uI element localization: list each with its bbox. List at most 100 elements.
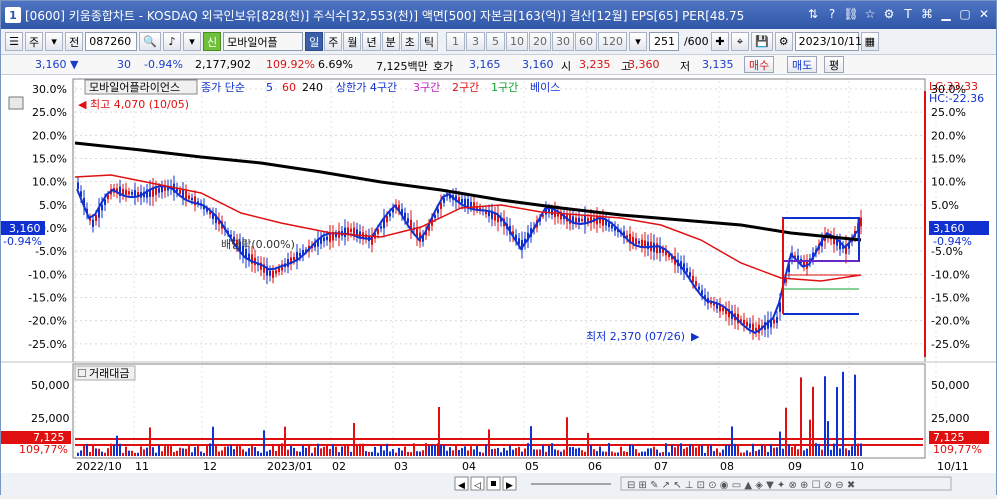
buy-button[interactable]: 매수 xyxy=(744,56,775,73)
maximize-icon[interactable]: ▢ xyxy=(957,6,973,22)
prev-button[interactable]: 전 xyxy=(65,32,84,51)
gear-icon[interactable]: ⚙ xyxy=(774,32,793,51)
link-icon[interactable]: ⛓ xyxy=(843,6,859,22)
legend-zone3[interactable]: 3구간 xyxy=(413,81,440,94)
volume-bar xyxy=(824,376,826,456)
window-number[interactable]: 1 xyxy=(5,7,21,23)
volume-bar xyxy=(347,445,349,456)
settings-icon[interactable]: ⚙ xyxy=(881,6,897,22)
minute-tab-1[interactable]: 3 xyxy=(465,32,485,51)
volume-tick-right-1: 50,000 xyxy=(931,379,970,392)
minimize-icon[interactable]: ▁ xyxy=(938,6,954,22)
minute-tab-5[interactable]: 30 xyxy=(551,32,574,51)
volume-bar xyxy=(176,450,178,456)
max-price-annotation: 최고 4,070 (10/05) xyxy=(90,98,189,111)
font-icon[interactable]: T xyxy=(900,6,916,22)
save-icon[interactable]: 💾 xyxy=(750,32,773,51)
price-chart-svg[interactable]: 모바일어플라이언스 종가 단순 5 60 240 상한가 4구간 3구간 2구간… xyxy=(1,75,996,496)
minute-dropdown-icon[interactable]: ▾ xyxy=(628,32,647,51)
volume-bar xyxy=(638,452,640,456)
legend-stock-name[interactable]: 모바일어플라이언스 xyxy=(89,80,180,94)
candle-body xyxy=(188,195,190,199)
volume-bar xyxy=(89,451,91,456)
volume-bar xyxy=(419,451,421,456)
crosshair-icon[interactable]: ⌖ xyxy=(730,32,749,51)
volume-bar xyxy=(827,421,829,456)
volume-bar xyxy=(248,448,250,456)
legend-ma240[interactable]: 240 xyxy=(302,81,323,94)
volume-bar xyxy=(491,449,493,456)
mode-select[interactable]: 주 xyxy=(25,32,44,51)
legend-zone2[interactable]: 2구간 xyxy=(452,81,479,94)
legend-base[interactable]: 베이스 xyxy=(530,81,560,94)
legend-ma5[interactable]: 5 xyxy=(266,81,273,94)
volume-bar xyxy=(338,452,340,456)
toolbar-menu-icon[interactable]: ☰ xyxy=(5,32,23,51)
help-icon[interactable]: ? xyxy=(824,6,840,22)
chart-area[interactable]: 모바일어플라이언스 종가 단순 5 60 240 상한가 4구간 3구간 2구간… xyxy=(1,75,996,496)
count-input[interactable]: 251 xyxy=(648,32,679,51)
candle-body xyxy=(191,197,193,201)
volume-bar xyxy=(623,451,625,456)
minute-tab-7[interactable]: 120 xyxy=(597,32,627,51)
legend-close-label[interactable]: 종가 단순 xyxy=(201,81,245,94)
volume-title[interactable]: 거래대금 xyxy=(89,367,129,380)
minute-tab-3[interactable]: 10 xyxy=(505,32,528,51)
star-icon[interactable]: ☆ xyxy=(862,6,878,22)
legend-zone1[interactable]: 1구간 xyxy=(491,81,518,94)
minute-tab-0[interactable]: 1 xyxy=(445,32,465,51)
minute-tab-2[interactable]: 5 xyxy=(485,32,505,51)
right-price-tick-11: -25.0% xyxy=(931,338,970,351)
volume-bar xyxy=(755,450,757,456)
minute-tab-6[interactable]: 60 xyxy=(574,32,597,51)
period-tab-4[interactable]: 분 xyxy=(381,32,400,51)
date-tick-6: 04 xyxy=(462,460,476,473)
sort-icon[interactable]: ⇅ xyxy=(805,6,821,22)
candle-body xyxy=(755,327,757,331)
volume-bar xyxy=(800,377,802,456)
period-tab-6[interactable]: 틱 xyxy=(419,32,438,51)
volume-bar xyxy=(698,445,700,456)
volume-bar xyxy=(773,447,775,456)
volume-bar xyxy=(539,449,541,456)
legend-upper[interactable]: 상한가 4구간 xyxy=(336,81,397,94)
period-tab-3[interactable]: 년 xyxy=(362,32,381,51)
period-tab-2[interactable]: 월 xyxy=(343,32,362,51)
volume-bar xyxy=(98,448,100,456)
date-input[interactable]: 2023/10/11 xyxy=(794,32,862,51)
volume-bar xyxy=(443,445,445,456)
minute-tab-4[interactable]: 20 xyxy=(528,32,551,51)
volume-bar xyxy=(173,452,175,456)
volume-bar xyxy=(422,450,424,456)
legend-ma60[interactable]: 60 xyxy=(282,81,296,94)
volume-bar xyxy=(581,450,583,456)
period-tab-0[interactable]: 일 xyxy=(305,32,324,51)
eval-button[interactable]: 평 xyxy=(824,56,845,73)
calendar-icon[interactable]: ▦ xyxy=(860,32,880,51)
stock-code-input[interactable]: 087260 xyxy=(85,32,138,51)
pin-icon[interactable]: ⌘ xyxy=(919,6,935,22)
dropdown-icon[interactable]: ▾ xyxy=(182,32,201,51)
volume-bar xyxy=(242,449,244,456)
mode-dropdown-icon[interactable]: ▾ xyxy=(45,32,64,51)
period-tab-5[interactable]: 초 xyxy=(400,32,419,51)
drawing-tools-icons[interactable]: ⊟ ⊞ ✎ ↗ ↖ ⊥ ⊡ ⊙ ◉ ▭ ▲ ◈ ▼ ✦ ⊗ ⊕ ☐ ⊘ ⊖ ✖ xyxy=(627,480,855,491)
indicator-list-icon[interactable] xyxy=(8,96,24,110)
period-tab-1[interactable]: 주 xyxy=(324,32,343,51)
sell-button[interactable]: 매도 xyxy=(787,56,818,73)
volume-bar xyxy=(656,449,658,456)
volume-bar xyxy=(515,448,517,456)
close-icon[interactable]: ✕ xyxy=(976,6,992,22)
volume-bar xyxy=(329,448,331,456)
volume-bar xyxy=(290,446,292,456)
candle-body xyxy=(158,188,160,193)
volume-bar xyxy=(509,445,511,456)
price-tick-0: 30.0% xyxy=(32,83,67,96)
zoom-icon[interactable]: ✚ xyxy=(710,32,729,51)
volume-tick-right-2: 25,000 xyxy=(931,412,970,425)
search-icon[interactable]: 🔍 xyxy=(139,32,161,51)
volume-bar xyxy=(758,449,760,456)
sound-icon[interactable]: ♪ xyxy=(162,32,181,51)
volume-bar xyxy=(314,447,316,456)
volume-bar xyxy=(659,452,661,456)
